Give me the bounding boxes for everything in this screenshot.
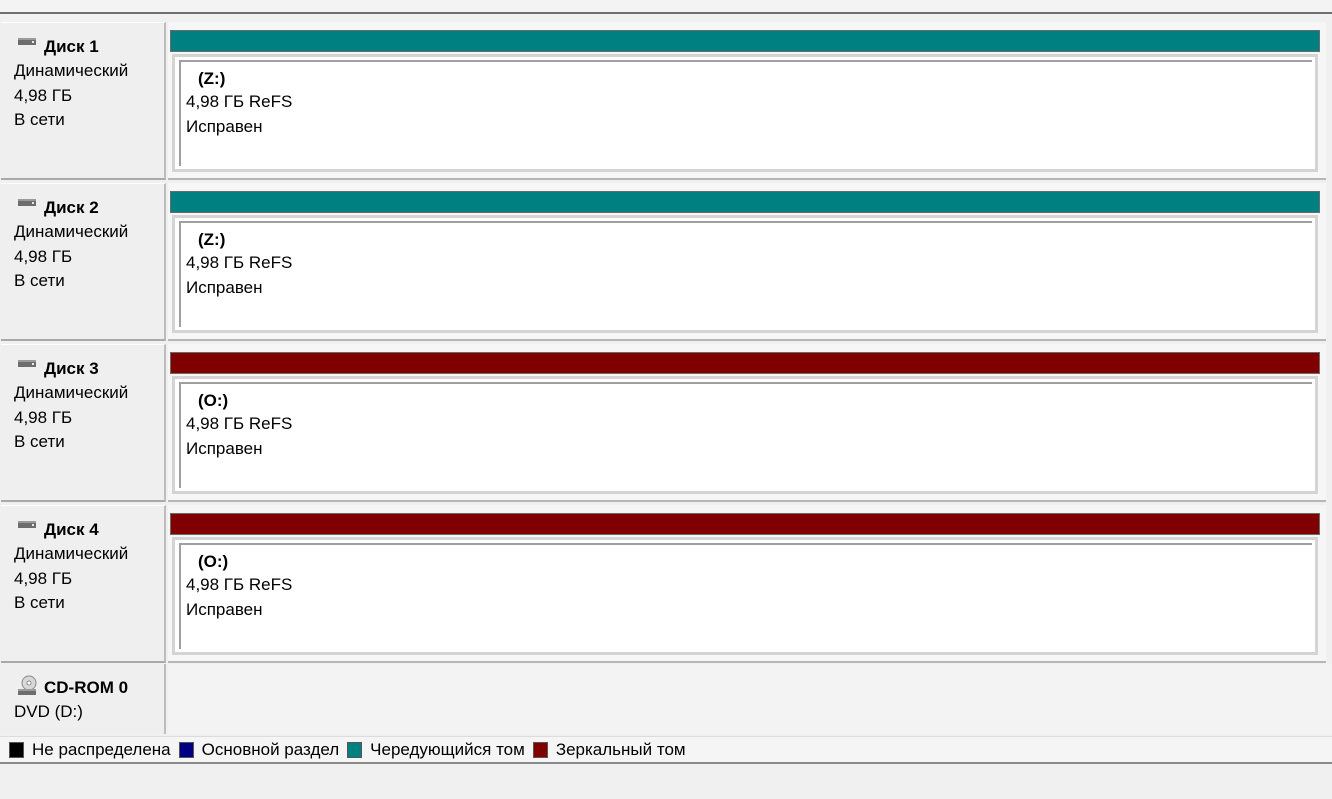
volume-block[interactable]: (Z:) 4,98 ГБ ReFS Исправен	[172, 215, 1318, 333]
disk-info-panel[interactable]: Диск 2 Динамический 4,98 ГБ В сети	[1, 183, 166, 341]
volume-block[interactable]: (O:) 4,98 ГБ ReFS Исправен	[172, 537, 1318, 655]
disk-type: Динамический	[14, 222, 129, 241]
volume-health: Исправен	[186, 599, 263, 619]
volume-area: (Z:) 4,98 ГБ ReFS Исправен	[168, 183, 1326, 341]
disk-type: Динамический	[14, 383, 129, 402]
disk-size: 4,98 ГБ	[14, 85, 73, 105]
volume-block[interactable]: (O:) 4,98 ГБ ReFS Исправен	[172, 376, 1318, 494]
volume-area: (O:) 4,98 ГБ ReFS Исправен	[168, 344, 1326, 502]
legend-bar: Не распределена Основной раздел Чередующ…	[0, 736, 1332, 764]
legend-item-primary: Основной раздел	[178, 739, 340, 760]
legend-item-unallocated: Не распределена	[9, 740, 171, 760]
legend-swatch	[9, 741, 24, 758]
disk-size: 4,98 ГБ	[14, 568, 73, 588]
volume-block[interactable]: (Z:) 4,98 ГБ ReFS Исправен	[172, 54, 1318, 172]
disk-title: Диск 4	[14, 518, 164, 542]
disk-info-panel[interactable]: Диск 4 Динамический 4,98 ГБ В сети	[1, 505, 166, 663]
volume-details: 4,98 ГБ ReFS	[186, 575, 293, 594]
hard-disk-icon	[14, 357, 40, 373]
volume-type-bar	[170, 352, 1320, 374]
cdrom-title: CD-ROM 0	[14, 675, 164, 700]
volume-health: Исправен	[186, 277, 263, 297]
volume-details: 4,98 ГБ ReFS	[186, 92, 293, 111]
status-bar	[0, 764, 1332, 799]
disk-name: Диск 3	[44, 359, 99, 378]
legend-item-mirrored: Зеркальный том	[532, 739, 686, 760]
volume-label: (Z:)	[198, 69, 226, 88]
hard-disk-icon	[14, 518, 40, 534]
cdrom-name: CD-ROM 0	[44, 678, 129, 697]
volume-details: 4,98 ГБ ReFS	[186, 414, 293, 433]
disk-size: 4,98 ГБ	[14, 407, 73, 427]
top-strip	[0, 0, 1332, 14]
cdrom-area	[168, 664, 1332, 734]
legend-label: Чередующийся том	[370, 739, 525, 759]
disk-title: Диск 3	[14, 357, 164, 381]
volume-health: Исправен	[186, 116, 263, 136]
volume-details: 4,98 ГБ ReFS	[186, 253, 293, 272]
hard-disk-icon	[14, 196, 40, 212]
disk-status: В сети	[14, 271, 65, 290]
disk-type: Динамический	[14, 544, 129, 563]
legend-label: Не распределена	[32, 739, 171, 759]
cdrom-drive: DVD (D:)	[14, 702, 83, 721]
legend-label: Основной раздел	[201, 739, 340, 759]
disk-title: Диск 1	[14, 35, 164, 59]
legend-item-striped: Чередующийся том	[347, 740, 525, 760]
disk-name: Диск 2	[44, 198, 99, 217]
disk-info-panel[interactable]: Диск 1 Динамический 4,98 ГБ В сети	[1, 22, 166, 180]
volume-inner: (O:) 4,98 ГБ ReFS Исправен	[179, 382, 1312, 488]
volume-area: (O:) 4,98 ГБ ReFS Исправен	[168, 505, 1326, 663]
legend-label: Зеркальный том	[555, 739, 686, 759]
disk-size: 4,98 ГБ	[14, 246, 73, 266]
volume-type-bar	[170, 30, 1320, 52]
disk-name: Диск 4	[44, 520, 99, 539]
legend-swatch	[347, 741, 363, 758]
disk-row: Диск 2 Динамический 4,98 ГБ В сети (Z:) …	[0, 183, 1332, 344]
volume-label: (Z:)	[198, 230, 226, 249]
disk-list: Диск 1 Динамический 4,98 ГБ В сети (Z:) …	[0, 22, 1332, 666]
volume-inner: (Z:) 4,98 ГБ ReFS Исправен	[179, 60, 1312, 166]
volume-area: (Z:) 4,98 ГБ ReFS Исправен	[168, 22, 1326, 180]
disk-name: Диск 1	[44, 37, 99, 56]
cdrom-row: CD-ROM 0 DVD (D:)	[0, 664, 1332, 734]
disk-row: Диск 3 Динамический 4,98 ГБ В сети (O:) …	[0, 344, 1332, 505]
volume-label: (O:)	[198, 391, 229, 410]
cd-rom-icon	[14, 675, 40, 697]
volume-inner: (Z:) 4,98 ГБ ReFS Исправен	[179, 221, 1312, 327]
disk-info-panel[interactable]: Диск 3 Динамический 4,98 ГБ В сети	[1, 344, 166, 502]
disk-title: Диск 2	[14, 196, 164, 220]
cdrom-info-panel[interactable]: CD-ROM 0 DVD (D:)	[1, 664, 166, 734]
hard-disk-icon	[14, 35, 40, 51]
legend-swatch	[532, 741, 548, 758]
disk-status: В сети	[14, 432, 65, 451]
volume-inner: (O:) 4,98 ГБ ReFS Исправен	[179, 543, 1312, 649]
disk-type: Динамический	[14, 61, 129, 80]
disk-row: Диск 1 Динамический 4,98 ГБ В сети (Z:) …	[0, 22, 1332, 183]
volume-health: Исправен	[186, 438, 263, 458]
volume-type-bar	[170, 513, 1320, 535]
legend-swatch	[178, 741, 194, 758]
disk-status: В сети	[14, 110, 65, 129]
disk-status: В сети	[14, 593, 65, 612]
volume-label: (O:)	[198, 552, 229, 571]
disk-row: Диск 4 Динамический 4,98 ГБ В сети (O:) …	[0, 505, 1332, 666]
volume-type-bar	[170, 191, 1320, 213]
